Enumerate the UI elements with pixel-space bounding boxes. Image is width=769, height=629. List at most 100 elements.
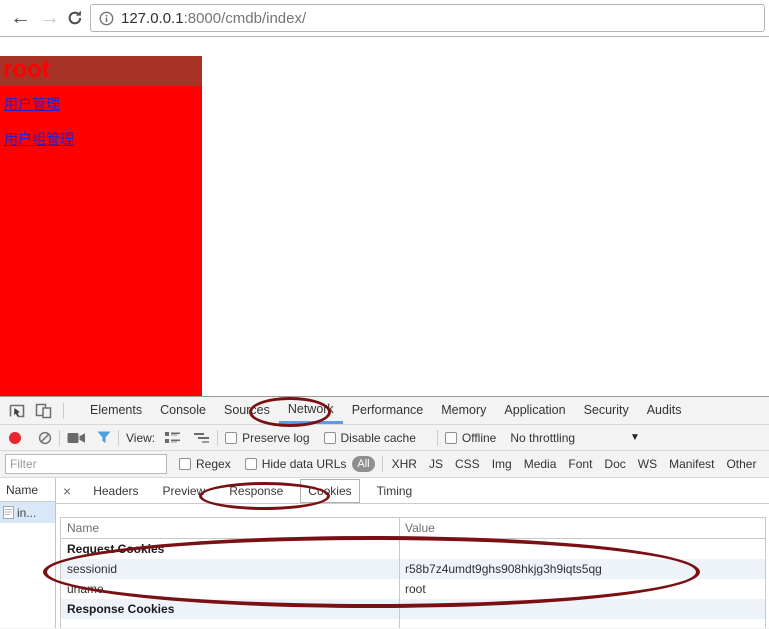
preserve-log-checkbox[interactable] (225, 431, 238, 444)
cookie-name: sessionid (67, 562, 118, 576)
capture-screenshots-button[interactable] (67, 432, 86, 444)
hide-data-urls-checkbox[interactable] (244, 458, 257, 470)
toolbar-separator (59, 429, 60, 446)
offline-label[interactable]: Offline (462, 431, 496, 445)
cookies-table-filler (61, 619, 765, 628)
tab-performance[interactable]: Performance (343, 397, 433, 424)
tab-security[interactable]: Security (575, 397, 638, 424)
toolbar-separator (63, 402, 64, 419)
filter-type-img[interactable]: Img (492, 457, 512, 471)
use-large-rows-button[interactable] (164, 431, 181, 444)
inspect-glyph (9, 404, 25, 417)
reload-glyph (68, 10, 82, 25)
filter-type-xhr[interactable]: XHR (392, 457, 417, 471)
details-tab-response[interactable]: Response (229, 484, 283, 498)
table-row-request-cookies[interactable]: Request Cookies (61, 539, 765, 559)
offline-checkbox[interactable] (444, 431, 457, 444)
tab-network[interactable]: Network (278, 397, 343, 424)
tab-console[interactable]: Console (151, 397, 215, 424)
cookie-value: root (399, 579, 765, 599)
webpage-viewport: root 用户管理 用户组管理 (0, 38, 769, 396)
device-glyph (35, 403, 51, 419)
filter-type-font[interactable]: Font (568, 457, 592, 471)
link-usergroup-management[interactable]: 用户组管理 (4, 129, 74, 149)
table-row-uname[interactable]: uname root (61, 579, 765, 599)
filter-type-js[interactable]: JS (429, 457, 443, 471)
cookie-value: r58b7z4umdt9ghs908hkjg3h9iqts5qg (399, 559, 765, 579)
filter-type-other[interactable]: Other (726, 457, 756, 471)
cookie-name: uname (67, 582, 104, 596)
filter-type-all[interactable]: All (352, 456, 375, 472)
table-row-sessionid[interactable]: sessionid r58b7z4umdt9ghs908hkjg3h9iqts5… (61, 559, 765, 579)
request-details-panel: × Headers Preview Response Cookies Timin… (56, 478, 769, 628)
document-icon (3, 506, 14, 519)
inspect-element-icon[interactable] (4, 399, 30, 423)
reload-icon[interactable] (66, 8, 84, 34)
url-host: 127.0.0.1 (121, 9, 184, 27)
toggle-device-toolbar-icon[interactable] (30, 399, 56, 423)
regex-label[interactable]: Regex (196, 457, 231, 471)
cookie-name: Request Cookies (67, 542, 165, 556)
details-tab-preview[interactable]: Preview (163, 484, 206, 498)
cookies-col-value[interactable]: Value (399, 518, 765, 538)
devtools-panel: Elements Console Sources Network Perform… (0, 396, 769, 629)
cookie-name: Response Cookies (67, 602, 175, 616)
table-row-response-cookies[interactable]: Response Cookies (61, 599, 765, 619)
tab-sources[interactable]: Sources (215, 397, 279, 424)
throttling-select[interactable]: No throttling (510, 431, 575, 445)
devtools-tabbar: Elements Console Sources Network Perform… (0, 397, 769, 425)
forward-icon[interactable]: → (39, 5, 60, 31)
filler-name-cell (61, 619, 399, 628)
link-user-management[interactable]: 用户管理 (4, 94, 60, 114)
page-red-panel: root 用户管理 用户组管理 (0, 56, 202, 396)
throttling-dropdown-arrow-icon[interactable]: ▼ (630, 432, 640, 443)
page-info-icon[interactable] (99, 11, 114, 26)
tab-elements[interactable]: Elements (81, 397, 151, 424)
details-tab-timing[interactable]: Timing (377, 484, 413, 498)
filler-value-cell (399, 619, 765, 628)
disable-cache-checkbox[interactable] (323, 431, 336, 444)
cookies-col-name[interactable]: Name (61, 518, 399, 538)
network-main: Name in... × Headers Preview Response Co… (0, 478, 769, 628)
funnel-icon (97, 431, 111, 443)
toolbar-separator (436, 429, 438, 446)
toolbar-separator (381, 456, 383, 472)
tab-memory[interactable]: Memory (432, 397, 495, 424)
tab-audits[interactable]: Audits (638, 397, 691, 424)
page-header-band: root (0, 56, 202, 86)
details-tabbar: × Headers Preview Response Cookies Timin… (56, 478, 769, 504)
request-row-index[interactable]: in... (0, 502, 55, 523)
waterfall-icon (194, 432, 210, 443)
requests-list-panel: Name in... (0, 478, 56, 628)
close-details-icon[interactable]: × (63, 483, 71, 499)
clear-button[interactable] (38, 431, 52, 445)
filter-toggle-button[interactable] (97, 431, 111, 444)
filter-type-doc[interactable]: Doc (604, 457, 625, 471)
cookie-value (399, 599, 765, 619)
cookies-table: Name Value Request Cookies sessionid r58… (60, 517, 766, 628)
toolbar-separator (217, 429, 219, 446)
details-tab-cookies[interactable]: Cookies (300, 478, 360, 503)
cookie-value (399, 539, 765, 559)
filter-input[interactable] (5, 454, 167, 474)
hide-data-urls-label[interactable]: Hide data URLs (262, 457, 347, 471)
preserve-log-label[interactable]: Preserve log (242, 431, 309, 445)
show-overview-button[interactable] (193, 432, 210, 444)
screenshot-root: ← → 127.0.0.1:8000/cmdb/index/ root 用户管理… (0, 0, 769, 629)
view-label: View: (126, 430, 156, 445)
filter-type-manifest[interactable]: Manifest (669, 457, 714, 471)
back-icon[interactable]: ← (10, 5, 31, 31)
filter-type-media[interactable]: Media (524, 457, 557, 471)
url-text[interactable]: 127.0.0.1:8000/cmdb/index/ (121, 10, 306, 27)
record-button[interactable] (9, 431, 21, 444)
address-bar[interactable]: 127.0.0.1:8000/cmdb/index/ (90, 4, 765, 32)
disable-cache-label[interactable]: Disable cache (341, 431, 416, 445)
tab-application[interactable]: Application (495, 397, 574, 424)
requests-name-column-header[interactable]: Name (0, 478, 55, 502)
network-filterbar: Regex Hide data URLs All XHR JS CSS Img … (0, 451, 769, 478)
details-tab-headers[interactable]: Headers (93, 484, 138, 498)
cookies-table-header: Name Value (61, 518, 765, 539)
regex-checkbox[interactable] (179, 458, 191, 470)
filter-type-css[interactable]: CSS (455, 457, 480, 471)
filter-type-ws[interactable]: WS (638, 457, 657, 471)
